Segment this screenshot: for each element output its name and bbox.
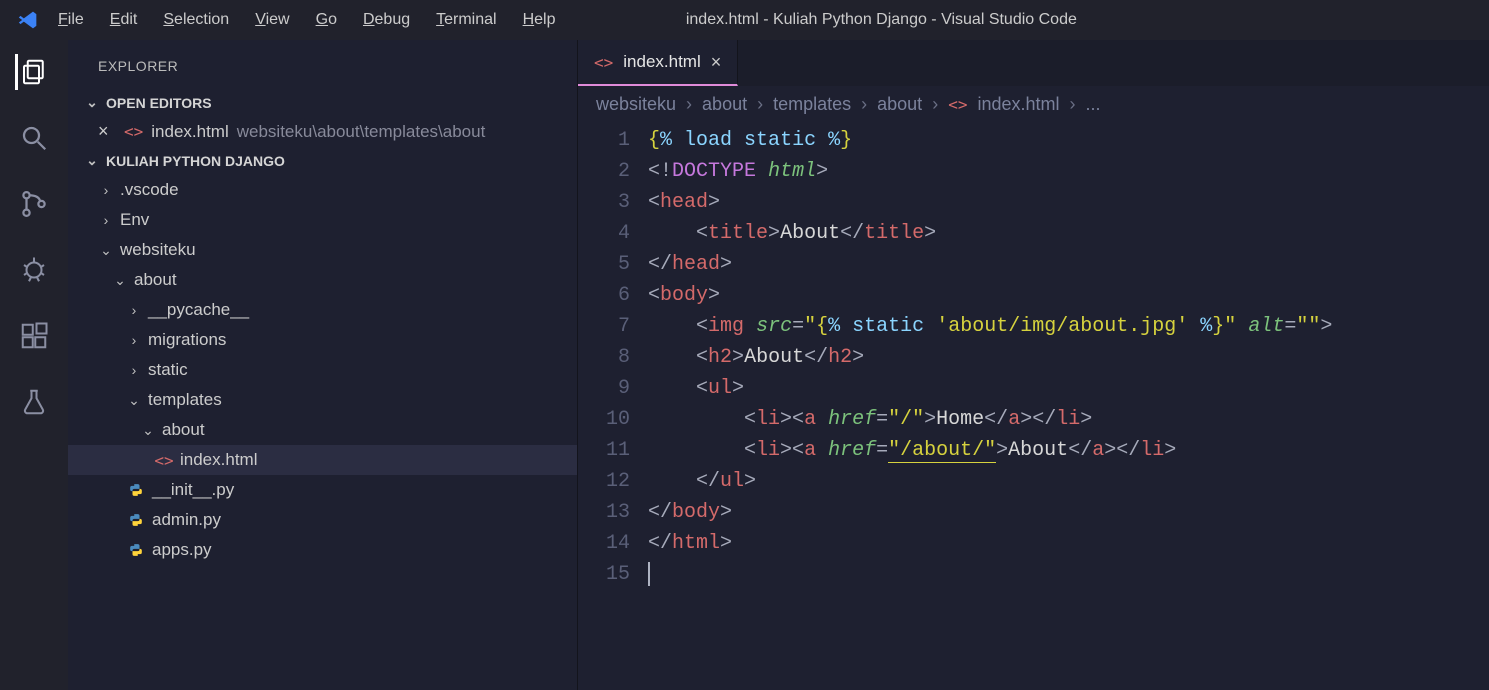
folder-static[interactable]: ›static	[68, 355, 577, 385]
activity-bar	[0, 40, 68, 690]
workspace-header[interactable]: ⌄ KULIAH PYTHON DJANGO	[68, 146, 577, 175]
file-init-py[interactable]: __init__.py	[68, 475, 577, 505]
chevron-right-icon: ›	[757, 94, 763, 115]
html-file-icon: <>	[154, 451, 174, 470]
breadcrumb-more[interactable]: ...	[1086, 94, 1101, 115]
source-control-icon[interactable]	[16, 186, 52, 222]
python-file-icon	[126, 483, 146, 497]
folder-templates[interactable]: ⌄templates	[68, 385, 577, 415]
menu-edit[interactable]: Edit	[110, 11, 138, 29]
menu-debug[interactable]: Debug	[363, 11, 410, 29]
menu-terminal[interactable]: Terminal	[436, 11, 496, 29]
chevron-right-icon: ›	[861, 94, 867, 115]
title-bar: File Edit Selection View Go Debug Termin…	[0, 0, 1489, 40]
window-title: index.html - Kuliah Python Django - Visu…	[686, 11, 1077, 29]
chevron-down-icon: ⌄	[140, 422, 156, 439]
chevron-right-icon: ›	[126, 332, 142, 348]
chevron-right-icon: ›	[126, 302, 142, 318]
menu-help[interactable]: Help	[523, 11, 556, 29]
chevron-down-icon: ⌄	[84, 94, 100, 111]
close-icon[interactable]: ×	[711, 52, 722, 73]
chevron-down-icon: ⌄	[98, 242, 114, 259]
explorer-icon[interactable]	[15, 54, 51, 90]
html-file-icon: <>	[948, 95, 967, 114]
chevron-down-icon: ⌄	[126, 392, 142, 409]
vscode-logo-icon	[18, 10, 38, 30]
html-file-icon: <>	[594, 53, 613, 72]
breadcrumb-about2[interactable]: about	[877, 94, 922, 115]
chevron-right-icon: ›	[686, 94, 692, 115]
folder-vscode[interactable]: ›.vscode	[68, 175, 577, 205]
python-file-icon	[126, 543, 146, 557]
folder-about[interactable]: ⌄about	[68, 265, 577, 295]
chevron-right-icon: ›	[932, 94, 938, 115]
folder-env[interactable]: ›Env	[68, 205, 577, 235]
file-admin-py[interactable]: admin.py	[68, 505, 577, 535]
breadcrumb-about[interactable]: about	[702, 94, 747, 115]
chevron-right-icon: ›	[98, 182, 114, 198]
menu-go[interactable]: Go	[316, 11, 337, 29]
folder-migrations[interactable]: ›migrations	[68, 325, 577, 355]
breadcrumb-templates[interactable]: templates	[773, 94, 851, 115]
html-file-icon: <>	[124, 122, 143, 141]
breadcrumbs[interactable]: websiteku › about › templates › about › …	[578, 86, 1489, 123]
chevron-right-icon: ›	[1070, 94, 1076, 115]
file-index-html[interactable]: <>index.html	[68, 445, 577, 475]
chevron-right-icon: ›	[98, 212, 114, 228]
folder-websiteku[interactable]: ⌄websiteku	[68, 235, 577, 265]
chevron-down-icon: ⌄	[84, 152, 100, 169]
testing-icon[interactable]	[16, 384, 52, 420]
menu-file[interactable]: File	[58, 11, 84, 29]
menu-bar: File Edit Selection View Go Debug Termin…	[58, 11, 556, 29]
debug-icon[interactable]	[16, 252, 52, 288]
close-icon[interactable]: ×	[98, 121, 116, 142]
open-editors-header[interactable]: ⌄ OPEN EDITORS	[68, 88, 577, 117]
search-icon[interactable]	[16, 120, 52, 156]
code-body[interactable]: {% load static %}<!DOCTYPE html><head> <…	[648, 125, 1489, 690]
menu-view[interactable]: View	[255, 11, 289, 29]
text-cursor	[648, 562, 650, 586]
editor-area: <> index.html × websiteku › about › temp…	[578, 40, 1489, 690]
chevron-down-icon: ⌄	[112, 272, 128, 289]
folder-pycache[interactable]: ›__pycache__	[68, 295, 577, 325]
breadcrumb-file[interactable]: index.html	[977, 94, 1059, 115]
folder-about-templates[interactable]: ⌄about	[68, 415, 577, 445]
extensions-icon[interactable]	[16, 318, 52, 354]
code-editor[interactable]: 123 456 789 101112 131415 {% load static…	[578, 123, 1489, 690]
line-gutter: 123 456 789 101112 131415	[578, 125, 648, 690]
editor-tabs: <> index.html ×	[578, 40, 1489, 86]
breadcrumb-websiteku[interactable]: websiteku	[596, 94, 676, 115]
explorer-sidebar: EXPLORER ⌄ OPEN EDITORS × <> index.html …	[68, 40, 578, 690]
file-apps-py[interactable]: apps.py	[68, 535, 577, 565]
explorer-title: EXPLORER	[68, 40, 577, 88]
tab-index-html[interactable]: <> index.html ×	[578, 40, 738, 86]
python-file-icon	[126, 513, 146, 527]
chevron-right-icon: ›	[126, 362, 142, 378]
menu-selection[interactable]: Selection	[163, 11, 229, 29]
open-editor-item[interactable]: × <> index.html websiteku\about\template…	[68, 117, 577, 146]
